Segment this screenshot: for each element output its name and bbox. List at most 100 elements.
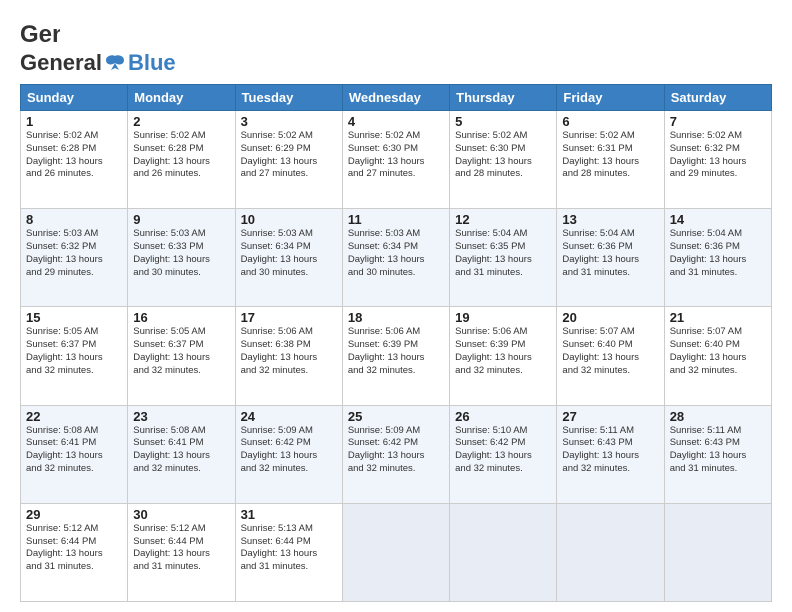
calendar-cell: 26Sunrise: 5:10 AM Sunset: 6:42 PM Dayli… [450, 405, 557, 503]
cell-info: Sunrise: 5:05 AM Sunset: 6:37 PM Dayligh… [26, 326, 122, 377]
cell-info: Sunrise: 5:06 AM Sunset: 6:39 PM Dayligh… [348, 326, 444, 377]
calendar-cell: 9Sunrise: 5:03 AM Sunset: 6:33 PM Daylig… [128, 209, 235, 307]
cell-info: Sunrise: 5:02 AM Sunset: 6:30 PM Dayligh… [348, 130, 444, 181]
day-number: 23 [133, 409, 229, 424]
logo-icon: General [20, 16, 60, 52]
calendar-cell: 14Sunrise: 5:04 AM Sunset: 6:36 PM Dayli… [664, 209, 771, 307]
calendar-cell: 13Sunrise: 5:04 AM Sunset: 6:36 PM Dayli… [557, 209, 664, 307]
cell-info: Sunrise: 5:05 AM Sunset: 6:37 PM Dayligh… [133, 326, 229, 377]
calendar-cell: 23Sunrise: 5:08 AM Sunset: 6:41 PM Dayli… [128, 405, 235, 503]
cell-info: Sunrise: 5:07 AM Sunset: 6:40 PM Dayligh… [562, 326, 658, 377]
col-header-monday: Monday [128, 85, 235, 111]
cell-info: Sunrise: 5:12 AM Sunset: 6:44 PM Dayligh… [26, 523, 122, 574]
cell-info: Sunrise: 5:09 AM Sunset: 6:42 PM Dayligh… [348, 425, 444, 476]
calendar-week-3: 15Sunrise: 5:05 AM Sunset: 6:37 PM Dayli… [21, 307, 772, 405]
cell-info: Sunrise: 5:03 AM Sunset: 6:34 PM Dayligh… [348, 228, 444, 279]
cell-info: Sunrise: 5:04 AM Sunset: 6:36 PM Dayligh… [670, 228, 766, 279]
calendar-cell: 29Sunrise: 5:12 AM Sunset: 6:44 PM Dayli… [21, 503, 128, 601]
day-number: 22 [26, 409, 122, 424]
day-number: 9 [133, 212, 229, 227]
day-number: 16 [133, 310, 229, 325]
cell-info: Sunrise: 5:06 AM Sunset: 6:38 PM Dayligh… [241, 326, 337, 377]
day-number: 11 [348, 212, 444, 227]
calendar-cell: 30Sunrise: 5:12 AM Sunset: 6:44 PM Dayli… [128, 503, 235, 601]
calendar-cell: 2Sunrise: 5:02 AM Sunset: 6:28 PM Daylig… [128, 111, 235, 209]
day-number: 21 [670, 310, 766, 325]
calendar-cell [450, 503, 557, 601]
col-header-sunday: Sunday [21, 85, 128, 111]
calendar-cell: 10Sunrise: 5:03 AM Sunset: 6:34 PM Dayli… [235, 209, 342, 307]
cell-info: Sunrise: 5:11 AM Sunset: 6:43 PM Dayligh… [670, 425, 766, 476]
cell-info: Sunrise: 5:08 AM Sunset: 6:41 PM Dayligh… [133, 425, 229, 476]
cell-info: Sunrise: 5:11 AM Sunset: 6:43 PM Dayligh… [562, 425, 658, 476]
logo-bird-icon [104, 52, 126, 74]
calendar-week-1: 1Sunrise: 5:02 AM Sunset: 6:28 PM Daylig… [21, 111, 772, 209]
calendar-cell: 19Sunrise: 5:06 AM Sunset: 6:39 PM Dayli… [450, 307, 557, 405]
day-number: 4 [348, 114, 444, 129]
calendar-header: SundayMondayTuesdayWednesdayThursdayFrid… [21, 85, 772, 111]
day-number: 18 [348, 310, 444, 325]
calendar-week-2: 8Sunrise: 5:03 AM Sunset: 6:32 PM Daylig… [21, 209, 772, 307]
page: General General Blue SundayMondayTuesday… [0, 0, 792, 612]
day-number: 27 [562, 409, 658, 424]
calendar-cell: 1Sunrise: 5:02 AM Sunset: 6:28 PM Daylig… [21, 111, 128, 209]
col-header-wednesday: Wednesday [342, 85, 449, 111]
calendar-week-5: 29Sunrise: 5:12 AM Sunset: 6:44 PM Dayli… [21, 503, 772, 601]
calendar-cell: 16Sunrise: 5:05 AM Sunset: 6:37 PM Dayli… [128, 307, 235, 405]
col-header-saturday: Saturday [664, 85, 771, 111]
calendar-cell: 20Sunrise: 5:07 AM Sunset: 6:40 PM Dayli… [557, 307, 664, 405]
day-number: 24 [241, 409, 337, 424]
calendar-cell: 8Sunrise: 5:03 AM Sunset: 6:32 PM Daylig… [21, 209, 128, 307]
day-number: 19 [455, 310, 551, 325]
col-header-friday: Friday [557, 85, 664, 111]
cell-info: Sunrise: 5:04 AM Sunset: 6:36 PM Dayligh… [562, 228, 658, 279]
cell-info: Sunrise: 5:07 AM Sunset: 6:40 PM Dayligh… [670, 326, 766, 377]
calendar-cell: 27Sunrise: 5:11 AM Sunset: 6:43 PM Dayli… [557, 405, 664, 503]
calendar-cell: 22Sunrise: 5:08 AM Sunset: 6:41 PM Dayli… [21, 405, 128, 503]
calendar-cell: 12Sunrise: 5:04 AM Sunset: 6:35 PM Dayli… [450, 209, 557, 307]
day-number: 3 [241, 114, 337, 129]
day-number: 7 [670, 114, 766, 129]
day-number: 25 [348, 409, 444, 424]
day-number: 13 [562, 212, 658, 227]
day-number: 17 [241, 310, 337, 325]
calendar-cell: 21Sunrise: 5:07 AM Sunset: 6:40 PM Dayli… [664, 307, 771, 405]
calendar-table: SundayMondayTuesdayWednesdayThursdayFrid… [20, 84, 772, 602]
cell-info: Sunrise: 5:08 AM Sunset: 6:41 PM Dayligh… [26, 425, 122, 476]
cell-info: Sunrise: 5:13 AM Sunset: 6:44 PM Dayligh… [241, 523, 337, 574]
day-number: 6 [562, 114, 658, 129]
day-number: 28 [670, 409, 766, 424]
day-number: 30 [133, 507, 229, 522]
cell-info: Sunrise: 5:02 AM Sunset: 6:31 PM Dayligh… [562, 130, 658, 181]
calendar-cell: 3Sunrise: 5:02 AM Sunset: 6:29 PM Daylig… [235, 111, 342, 209]
cell-info: Sunrise: 5:03 AM Sunset: 6:34 PM Dayligh… [241, 228, 337, 279]
logo-general: General [20, 52, 102, 74]
calendar-cell: 17Sunrise: 5:06 AM Sunset: 6:38 PM Dayli… [235, 307, 342, 405]
calendar-cell [664, 503, 771, 601]
day-number: 29 [26, 507, 122, 522]
col-header-tuesday: Tuesday [235, 85, 342, 111]
day-number: 10 [241, 212, 337, 227]
logo-blue: Blue [128, 52, 176, 74]
cell-info: Sunrise: 5:10 AM Sunset: 6:42 PM Dayligh… [455, 425, 551, 476]
calendar-cell: 18Sunrise: 5:06 AM Sunset: 6:39 PM Dayli… [342, 307, 449, 405]
cell-info: Sunrise: 5:02 AM Sunset: 6:28 PM Dayligh… [133, 130, 229, 181]
calendar-cell: 15Sunrise: 5:05 AM Sunset: 6:37 PM Dayli… [21, 307, 128, 405]
logo: General General Blue [20, 16, 176, 74]
calendar-cell: 28Sunrise: 5:11 AM Sunset: 6:43 PM Dayli… [664, 405, 771, 503]
cell-info: Sunrise: 5:03 AM Sunset: 6:33 PM Dayligh… [133, 228, 229, 279]
calendar-cell: 11Sunrise: 5:03 AM Sunset: 6:34 PM Dayli… [342, 209, 449, 307]
day-number: 31 [241, 507, 337, 522]
calendar-cell [557, 503, 664, 601]
calendar-cell: 25Sunrise: 5:09 AM Sunset: 6:42 PM Dayli… [342, 405, 449, 503]
svg-text:General: General [20, 21, 60, 48]
cell-info: Sunrise: 5:02 AM Sunset: 6:29 PM Dayligh… [241, 130, 337, 181]
col-header-thursday: Thursday [450, 85, 557, 111]
calendar-cell [342, 503, 449, 601]
cell-info: Sunrise: 5:09 AM Sunset: 6:42 PM Dayligh… [241, 425, 337, 476]
cell-info: Sunrise: 5:02 AM Sunset: 6:28 PM Dayligh… [26, 130, 122, 181]
calendar-cell: 7Sunrise: 5:02 AM Sunset: 6:32 PM Daylig… [664, 111, 771, 209]
day-number: 2 [133, 114, 229, 129]
day-number: 8 [26, 212, 122, 227]
cell-info: Sunrise: 5:12 AM Sunset: 6:44 PM Dayligh… [133, 523, 229, 574]
